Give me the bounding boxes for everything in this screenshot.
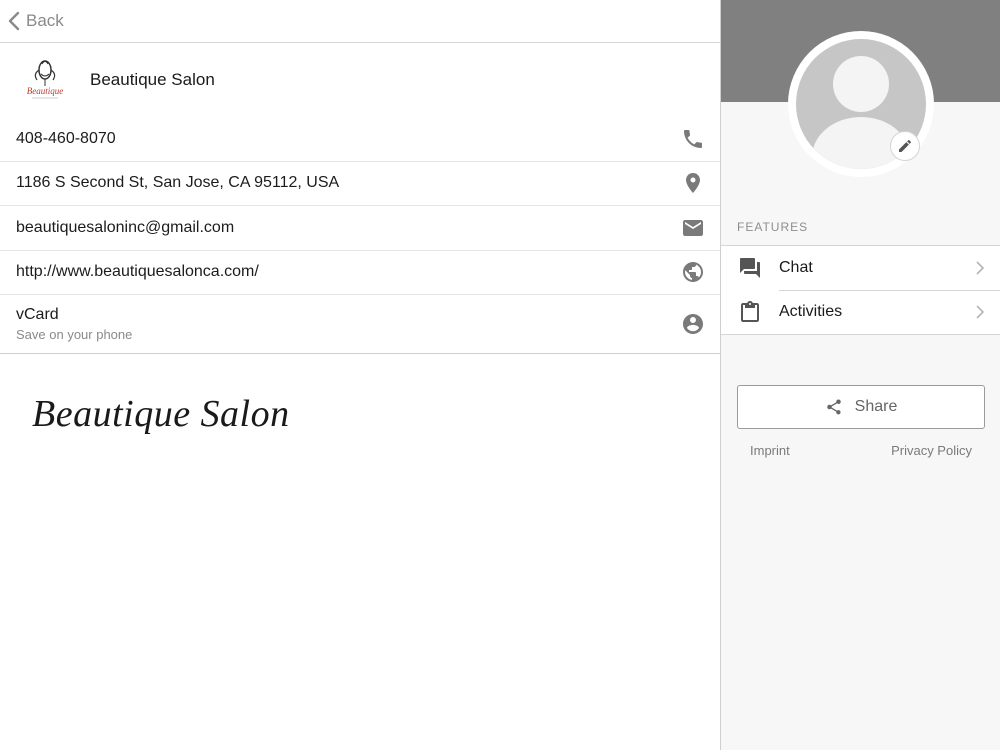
pencil-icon [899, 140, 911, 152]
feature-label-activities: Activities [779, 303, 843, 320]
vcard-text-group: vCard Save on your phone [16, 306, 132, 342]
business-header: Beautique Beautique Salon [0, 43, 720, 117]
feature-label-chat: Chat [779, 259, 813, 276]
account-icon[interactable] [680, 311, 706, 337]
feature-item-activities[interactable]: Activities [721, 290, 1000, 334]
email-address: beautiquesaloninc@gmail.com [16, 218, 235, 236]
signature-banner: Beautique Salon [0, 354, 720, 436]
share-icon [826, 399, 841, 415]
chevron-left-icon [8, 11, 20, 31]
top-nav-bar: Back [0, 0, 720, 43]
back-button[interactable]: Back [8, 11, 64, 31]
edit-avatar-button[interactable] [890, 131, 920, 161]
vcard-title: vCard [16, 306, 59, 323]
contact-list: 408-460-8070 1186 S Second St, San Jose,… [0, 117, 720, 354]
website-url: http://www.beautiquesalonca.com/ [16, 263, 259, 281]
globe-icon[interactable] [680, 259, 706, 285]
address: 1186 S Second St, San Jose, CA 95112, US… [16, 174, 340, 192]
share-button[interactable]: Share [737, 385, 985, 429]
logo-text: Beautique [27, 86, 64, 96]
features-list: Chat Activities [721, 245, 1000, 335]
phone-icon[interactable] [680, 126, 706, 152]
sidebar: FEATURES Chat Activities Share Imprint P… [720, 0, 1000, 750]
chevron-right-icon [976, 305, 985, 319]
phone-number: 408-460-8070 [16, 129, 116, 147]
contact-row-address[interactable]: 1186 S Second St, San Jose, CA 95112, US… [0, 162, 720, 206]
back-label: Back [26, 11, 64, 30]
business-detail-pane: Back Beautique Beautique Salon 408-460-8… [0, 0, 720, 750]
share-label: Share [854, 398, 898, 415]
imprint-link[interactable]: Imprint [750, 443, 790, 458]
contact-row-phone[interactable]: 408-460-8070 [0, 117, 720, 162]
location-pin-icon[interactable] [680, 170, 706, 196]
feature-item-chat[interactable]: Chat [721, 246, 1000, 290]
features-heading: FEATURES [737, 220, 809, 234]
contact-row-email[interactable]: beautiquesaloninc@gmail.com [0, 206, 720, 251]
privacy-policy-link[interactable]: Privacy Policy [891, 443, 972, 458]
contact-row-vcard[interactable]: vCard Save on your phone [0, 295, 720, 353]
business-name: Beautique Salon [90, 70, 215, 89]
contact-row-website[interactable]: http://www.beautiquesalonca.com/ [0, 251, 720, 295]
clipboard-icon [737, 299, 763, 325]
mail-icon[interactable] [680, 215, 706, 241]
business-logo: Beautique [24, 56, 66, 104]
chat-icon [737, 255, 763, 281]
chevron-right-icon [976, 261, 985, 275]
vcard-subtitle: Save on your phone [16, 327, 133, 342]
signature-text: Beautique Salon [32, 393, 290, 435]
